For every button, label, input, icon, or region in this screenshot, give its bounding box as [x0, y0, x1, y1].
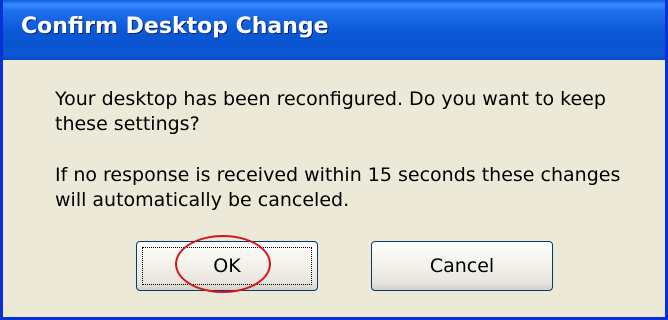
timeout-message: If no response is received within 15 sec…	[55, 164, 621, 211]
title-bar[interactable]: Confirm Desktop Change	[3, 0, 665, 60]
dialog-title: Confirm Desktop Change	[21, 14, 329, 39]
cancel-button-label: Cancel	[429, 255, 495, 277]
cancel-button[interactable]: Cancel	[371, 241, 553, 291]
confirm-desktop-change-dialog: Confirm Desktop Change Your desktop has …	[0, 0, 668, 320]
ok-button[interactable]: OK	[136, 241, 318, 291]
ok-button-label: OK	[213, 255, 241, 277]
reconfigured-message: Your desktop has been reconfigured. Do y…	[55, 88, 606, 135]
